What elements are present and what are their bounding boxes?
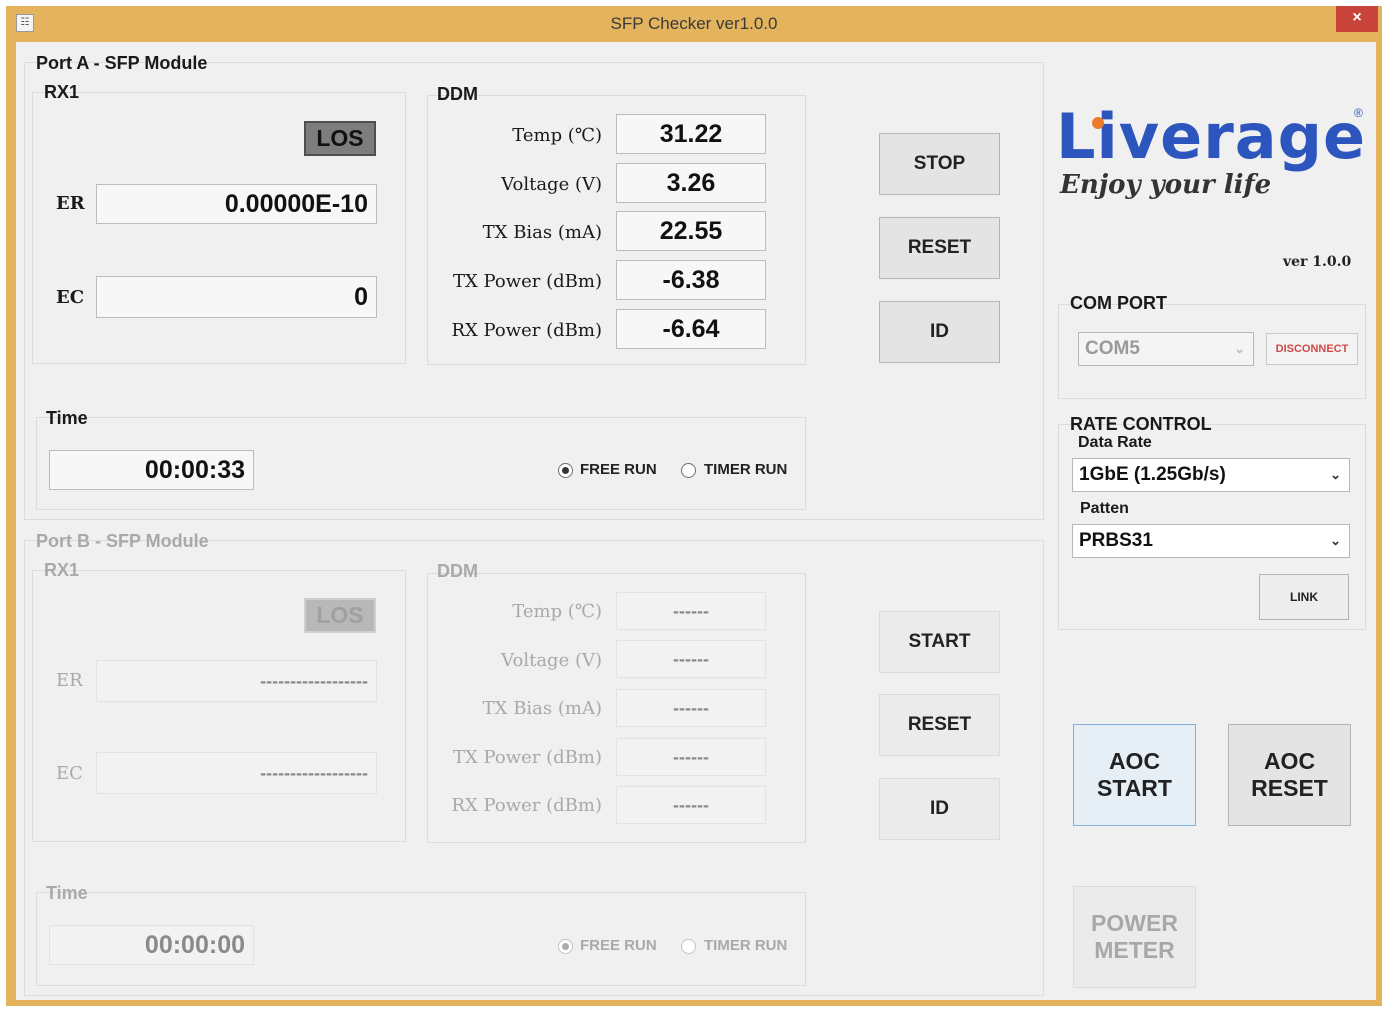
port-b-rx-power-value: ------ [616,786,766,824]
port-a-stop-button[interactable]: STOP [879,133,1000,195]
port-a-voltage-value: 3.26 [616,163,766,203]
port-a-tx-bias-value: 22.55 [616,211,766,251]
port-b-free-run-radio[interactable] [558,939,573,954]
port-b-timer-run-label[interactable]: TIMER RUN [704,937,787,954]
data-rate-select[interactable]: 1GbE (1.25Gb/s) ⌄ [1072,458,1350,492]
port-a-rx-power-value: -6.64 [616,309,766,349]
port-b-ec-label: EC [56,763,83,784]
port-b-time-value: 00:00:00 [49,925,254,965]
port-a-ddm-title: DDM [437,84,478,104]
port-b-tx-bias-label: TX Bias (mA) [482,698,602,719]
port-b-voltage-label: Voltage (V) [501,650,602,671]
port-a-temp-value: 31.22 [616,114,766,154]
port-b-temp-label: Temp (℃) [512,601,602,622]
port-b-ec-value: ------------------ [96,752,377,794]
port-b-id-button[interactable]: ID [879,778,1000,840]
port-b-voltage-value: ------ [616,640,766,678]
port-b-title: Port B - SFP Module [36,531,209,551]
port-b-reset-button[interactable]: RESET [879,694,1000,756]
right-panel: Liverage ® Enjoy your life ver 1.0.0 COM… [1046,42,1376,1000]
patten-label: Patten [1080,500,1129,517]
port-a-title: Port A - SFP Module [36,53,208,73]
com-port-selected-value: COM5 [1085,338,1140,359]
port-b-ddm-title: DDM [437,561,478,581]
logo-registered-mark: ® [1354,106,1363,120]
port-b-time-title: Time [46,883,88,903]
logo-brand: Liverage [1056,100,1367,173]
liverage-logo: Liverage ® Enjoy your life [1056,100,1366,220]
chevron-down-icon: ⌄ [1330,533,1341,548]
port-a-tx-power-label: TX Power (dBm) [452,271,602,292]
aoc-start-button[interactable]: AOC START [1073,724,1196,826]
port-a-temp-label: Temp (℃) [512,125,602,146]
port-a-time-title: Time [46,408,88,428]
port-a-tx-bias-label: TX Bias (mA) [482,222,602,243]
port-a-tx-power-value: -6.38 [616,260,766,300]
power-meter-line2: METER [1094,937,1175,963]
port-b-free-run-label[interactable]: FREE RUN [580,937,657,954]
port-a-voltage-label: Voltage (V) [501,174,602,195]
title-bar: ☷ SFP Checker ver1.0.0 × [6,6,1382,42]
window-title: SFP Checker ver1.0.0 [610,14,778,33]
chevron-down-icon: ⌄ [1330,467,1341,482]
data-rate-label: Data Rate [1078,434,1152,451]
com-port-title: COM PORT [1070,293,1167,313]
close-button[interactable]: × [1336,6,1378,32]
patten-selected-value: PRBS31 [1079,530,1153,551]
port-b-start-button[interactable]: START [879,611,1000,673]
port-a-timer-run-label[interactable]: TIMER RUN [704,461,787,478]
port-a-free-run-radio[interactable] [558,463,573,478]
logo-tagline: Enjoy your life [1060,170,1272,200]
aoc-reset-line2: RESET [1251,775,1328,801]
power-meter-line1: POWER [1091,910,1178,936]
port-b-tx-power-value: ------ [616,738,766,776]
port-a-er-value: 0.00000E-10 [96,184,377,224]
port-b-tx-bias-value: ------ [616,689,766,727]
rate-control-title: RATE CONTROL [1070,414,1212,434]
client-area: Port A - SFP Module RX1 LOS ER 0.00000E-… [16,42,1376,1000]
port-a-reset-button[interactable]: RESET [879,217,1000,279]
aoc-start-line1: AOC [1108,748,1161,774]
disconnect-button[interactable]: DISCONNECT [1266,333,1358,365]
link-button[interactable]: LINK [1259,574,1349,620]
patten-select[interactable]: PRBS31 ⌄ [1072,524,1350,558]
com-port-select[interactable]: COM5 ⌄ [1078,332,1254,366]
data-rate-selected-value: 1GbE (1.25Gb/s) [1079,464,1226,485]
port-b-rx1-title: RX1 [44,560,80,580]
port-a-panel: Port A - SFP Module RX1 LOS ER 0.00000E-… [16,42,1046,522]
port-a-ec-label: EC [56,287,85,308]
port-a-rx-power-label: RX Power (dBm) [451,320,602,341]
port-a-timer-run-radio[interactable] [681,463,696,478]
port-b-los-indicator: LOS [304,598,376,633]
port-b-tx-power-label: TX Power (dBm) [452,747,602,768]
aoc-reset-button[interactable]: AOC RESET [1228,724,1351,826]
port-a-ec-value: 0 [96,276,377,318]
aoc-start-line2: START [1097,775,1172,801]
port-b-temp-value: ------ [616,592,766,630]
port-a-er-label: ER [56,193,85,214]
port-a-id-button[interactable]: ID [879,301,1000,363]
version-label: ver 1.0.0 [1283,254,1352,270]
port-a-free-run-label[interactable]: FREE RUN [580,461,657,478]
port-b-er-value: ------------------ [96,660,377,702]
port-a-los-indicator: LOS [304,121,376,156]
port-a-time-value: 00:00:33 [49,450,254,490]
power-meter-button[interactable]: POWER METER [1073,886,1196,988]
port-a-rx1-title: RX1 [44,82,80,102]
port-b-rx-power-label: RX Power (dBm) [451,795,602,816]
port-b-panel: Port B - SFP Module RX1 LOS ER ---------… [16,520,1046,1000]
aoc-reset-line1: AOC [1263,748,1316,774]
port-b-timer-run-radio[interactable] [681,939,696,954]
chevron-down-icon: ⌄ [1234,341,1245,356]
port-b-er-label: ER [56,670,83,691]
logo-accent-dot [1092,117,1104,129]
